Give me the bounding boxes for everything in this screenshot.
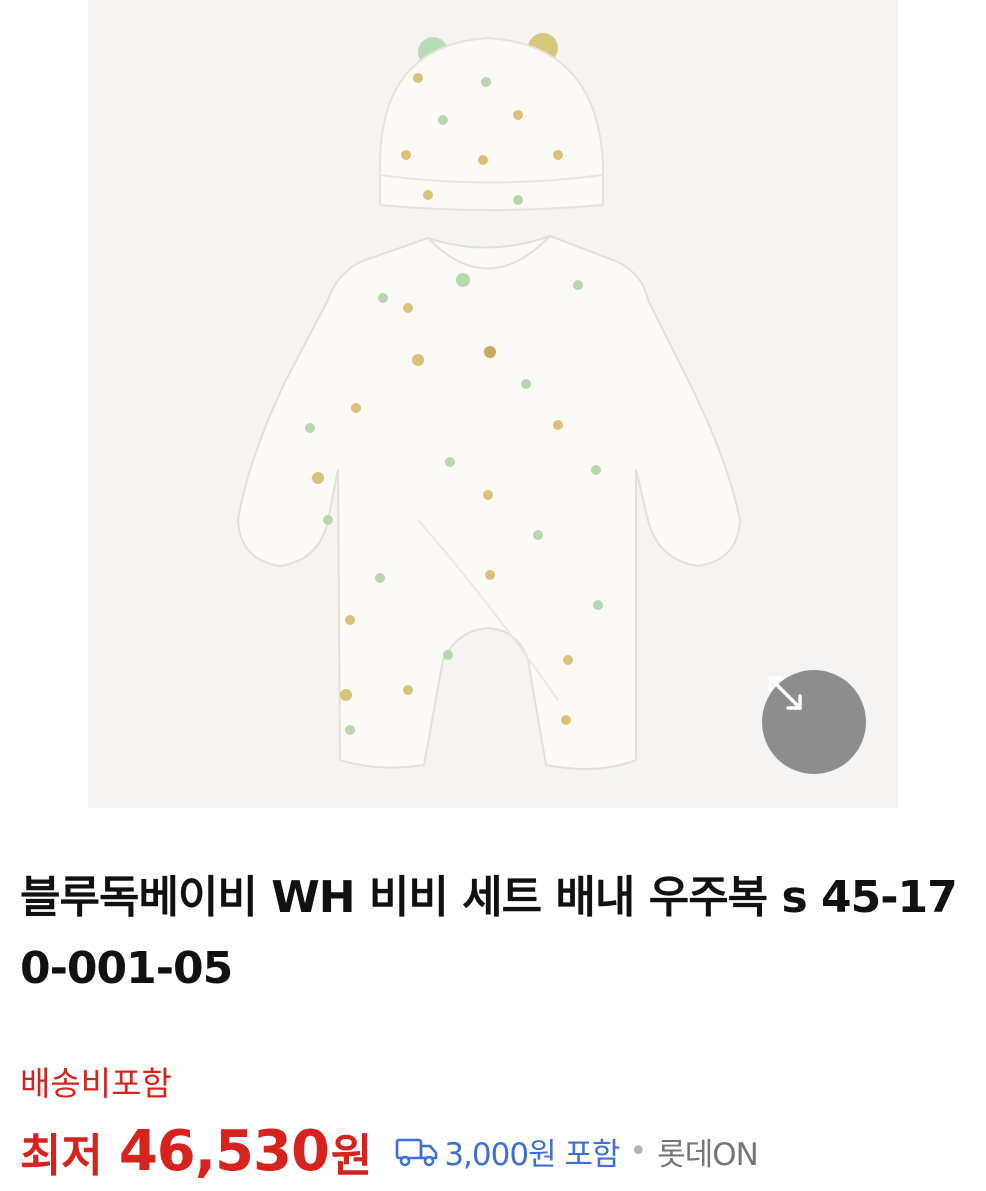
- price-value: 46,530: [118, 1118, 330, 1184]
- lowest-price-label: 최저: [20, 1128, 103, 1182]
- truck-icon: [394, 1134, 440, 1168]
- baby-bodysuit: [236, 234, 742, 770]
- baby-hat: [379, 33, 604, 211]
- price-unit: 원: [330, 1128, 373, 1182]
- product-image[interactable]: [88, 0, 898, 808]
- zoom-button[interactable]: [762, 670, 866, 774]
- seller-name[interactable]: 롯데ON: [657, 1129, 759, 1174]
- separator-dot: •: [629, 1133, 648, 1169]
- price-row: 최저 46,530 원 3,000원 포함 • 롯데ON: [20, 1116, 759, 1186]
- shipping-included-label: 배송비포함: [20, 1064, 172, 1103]
- product-detail-page: 블루독베이비 WH 비비 세트 배내 우주복 s 45-170-001-05 배…: [0, 0, 986, 1191]
- product-title: 블루독베이비 WH 비비 세트 배내 우주복 s 45-170-001-05: [20, 872, 958, 994]
- shipping-fee-text[interactable]: 3,000원 포함: [444, 1129, 620, 1174]
